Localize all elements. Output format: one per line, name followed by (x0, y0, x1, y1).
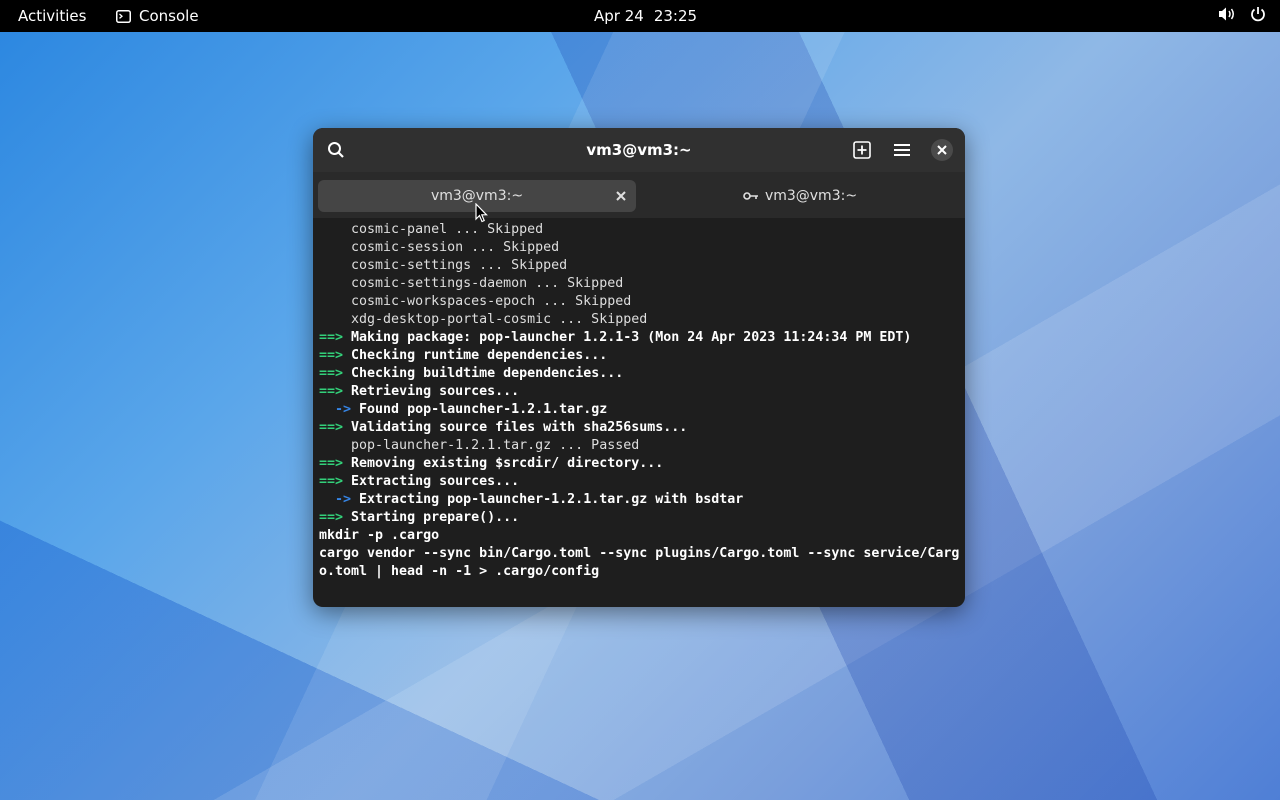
line-text: cosmic-session ... Skipped (319, 240, 560, 255)
line-text: Extracting sources... (343, 474, 520, 489)
terminal-line: pop-launcher-1.2.1.tar.gz ... Passed (319, 437, 965, 455)
terminal-line: xdg-desktop-portal-cosmic ... Skipped (319, 311, 965, 329)
line-text: Removing existing $srcdir/ directory... (343, 456, 664, 471)
terminal-line: cosmic-session ... Skipped (319, 239, 965, 257)
terminal-line: ==> Checking buildtime dependencies... (319, 365, 965, 383)
line-text: cosmic-panel ... Skipped (319, 222, 544, 237)
hamburger-icon (894, 144, 910, 156)
terminal-line: ==> Making package: pop-launcher 1.2.1-3… (319, 329, 965, 347)
line-text: Checking buildtime dependencies... (343, 366, 624, 381)
line-text: Retrieving sources... (343, 384, 520, 399)
clock[interactable]: Apr 24 23:25 (594, 7, 697, 25)
terminal-line: ==> Checking runtime dependencies... (319, 347, 965, 365)
tab-label: vm3@vm3:~ (764, 188, 858, 204)
mouse-pointer-icon (475, 203, 488, 223)
system-menu[interactable] (1218, 6, 1266, 22)
volume-icon (1219, 7, 1234, 21)
line-text: cosmic-workspaces-epoch ... Skipped (319, 294, 632, 309)
app-name: Console (139, 7, 199, 25)
tab-label: vm3@vm3:~ (430, 188, 524, 204)
tab-bar: vm3@vm3:~ vm3@vm3:~ (313, 172, 965, 218)
key-icon (743, 192, 758, 200)
close-icon (937, 145, 947, 155)
clock-time: 23:25 (653, 7, 698, 25)
new-tab-icon (853, 141, 871, 159)
terminal-line: cosmic-settings ... Skipped (319, 257, 965, 275)
terminal-line: ==> Removing existing $srcdir/ directory… (319, 455, 965, 473)
line-prefix: ==> (319, 456, 344, 471)
line-prefix: ==> (319, 348, 344, 363)
line-prefix: ==> (319, 510, 344, 525)
clock-date: Apr 24 (594, 7, 644, 25)
terminal-line: ==> Extracting sources... (319, 473, 965, 491)
console-icon (116, 9, 131, 23)
terminal-line: ==> Validating source files with sha256s… (319, 419, 965, 437)
terminal-line: cosmic-settings-daemon ... Skipped (319, 275, 965, 293)
line-prefix: ==> (319, 474, 344, 489)
main-menu-button[interactable] (890, 138, 914, 162)
activities-button[interactable]: Activities (18, 7, 86, 25)
terminal-line: cosmic-panel ... Skipped (319, 221, 965, 239)
terminal-line: ==> Retrieving sources... (319, 383, 965, 401)
terminal-line: -> Found pop-launcher-1.2.1.tar.gz (319, 401, 965, 419)
terminal-line: o.toml | head -n -1 > .cargo/config (319, 563, 965, 581)
line-prefix: ==> (319, 384, 344, 399)
line-text: Extracting pop-launcher-1.2.1.tar.gz wit… (351, 492, 744, 507)
tab-2[interactable]: vm3@vm3:~ (640, 180, 960, 212)
line-text: cosmic-settings ... Skipped (319, 258, 568, 273)
line-text: cosmic-settings-daemon ... Skipped (319, 276, 624, 291)
line-prefix: ==> (319, 420, 344, 435)
terminal-line: -> Extracting pop-launcher-1.2.1.tar.gz … (319, 491, 965, 509)
tab-close-button[interactable] (616, 189, 626, 205)
header-bar: vm3@vm3:~ (313, 128, 965, 172)
line-text: o.toml | head -n -1 > .cargo/config (319, 564, 600, 579)
line-text: Checking runtime dependencies... (343, 348, 608, 363)
line-text: Found pop-launcher-1.2.1.tar.gz (351, 402, 608, 417)
line-text: cargo vendor --sync bin/Cargo.toml --syn… (319, 546, 960, 561)
line-text: Starting prepare()... (343, 510, 520, 525)
top-bar: Activities Console Apr 24 23:25 (0, 0, 1280, 32)
line-text: xdg-desktop-portal-cosmic ... Skipped (319, 312, 648, 327)
terminal-line: ==> Starting prepare()... (319, 509, 965, 527)
app-menu[interactable]: Console (116, 7, 199, 25)
power-icon (1251, 7, 1265, 22)
line-text: Validating source files with sha256sums.… (343, 420, 688, 435)
terminal-line: cargo vendor --sync bin/Cargo.toml --syn… (319, 545, 965, 563)
line-prefix: ==> (319, 366, 344, 381)
close-window-button[interactable] (931, 139, 953, 161)
line-prefix: -> (319, 402, 352, 417)
close-icon (616, 191, 626, 201)
terminal-output[interactable]: cosmic-panel ... Skipped cosmic-session … (319, 221, 965, 581)
line-text: mkdir -p .cargo (319, 528, 440, 543)
terminal-line: mkdir -p .cargo (319, 527, 965, 545)
line-text: Making package: pop-launcher 1.2.1-3 (Mo… (343, 330, 912, 345)
line-prefix: ==> (319, 330, 344, 345)
line-prefix: -> (319, 492, 352, 507)
terminal-line: cosmic-workspaces-epoch ... Skipped (319, 293, 965, 311)
new-tab-button[interactable] (850, 138, 874, 162)
line-text: pop-launcher-1.2.1.tar.gz ... Passed (319, 438, 640, 453)
terminal-window: vm3@vm3:~ vm3@vm3:~ vm3@vm3:~ cosmic-pan… (313, 128, 965, 607)
